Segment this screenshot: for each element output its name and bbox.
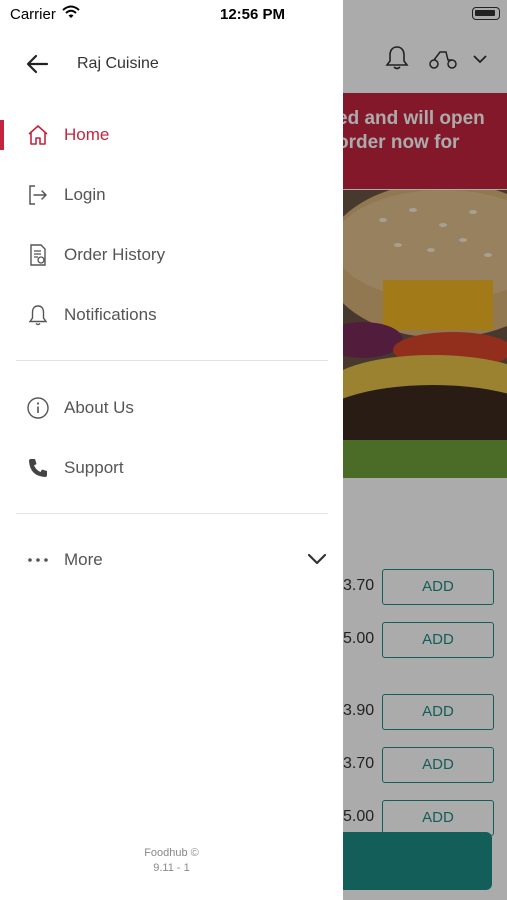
back-arrow-icon[interactable] (24, 50, 54, 78)
menu-label-about-us: About Us (64, 398, 134, 417)
active-indicator (0, 120, 4, 150)
chevron-down-icon[interactable] (306, 548, 328, 570)
bell-icon (28, 305, 48, 326)
drawer-overlay[interactable] (343, 0, 507, 900)
menu-label-support: Support (64, 458, 124, 477)
menu-label-home: Home (64, 125, 110, 144)
menu-item-notifications[interactable]: Notifications (0, 290, 343, 338)
footer-brand: Foodhub © (144, 847, 199, 859)
drawer-footer: Foodhub © 9.11 - 1 (0, 846, 343, 876)
menu-item-home[interactable]: Home (0, 110, 343, 158)
side-drawer: Carrier 12:56 PM Raj Cuisine Home Login (0, 0, 343, 900)
menu-item-about-us[interactable]: About Us (0, 383, 343, 431)
menu-label-order-history: Order History (64, 245, 166, 264)
menu-item-support[interactable]: Support (0, 443, 343, 491)
divider (16, 360, 328, 361)
phone-icon (29, 459, 47, 477)
drawer-header: Raj Cuisine (0, 40, 343, 88)
menu-label-notifications: Notifications (64, 305, 157, 324)
status-bar: Carrier 12:56 PM (0, 0, 343, 28)
divider (16, 513, 328, 514)
menu-label-login: Login (64, 185, 106, 204)
menu-item-more[interactable]: More (0, 535, 343, 583)
menu-item-login[interactable]: Login (0, 170, 343, 218)
menu-item-order-history[interactable]: Order History (0, 230, 343, 278)
battery-icon (472, 7, 500, 20)
wifi-icon (62, 5, 80, 18)
more-dots-icon (28, 558, 48, 562)
order-history-icon (30, 244, 46, 266)
menu-label-more: More (64, 550, 103, 569)
carrier-label: Carrier (10, 6, 56, 23)
restaurant-name: Raj Cuisine (77, 55, 159, 72)
home-icon (28, 125, 48, 145)
login-icon (29, 185, 47, 205)
status-time: 12:56 PM (220, 6, 286, 23)
info-icon (27, 397, 49, 419)
footer-version: 9.11 - 1 (153, 862, 190, 874)
